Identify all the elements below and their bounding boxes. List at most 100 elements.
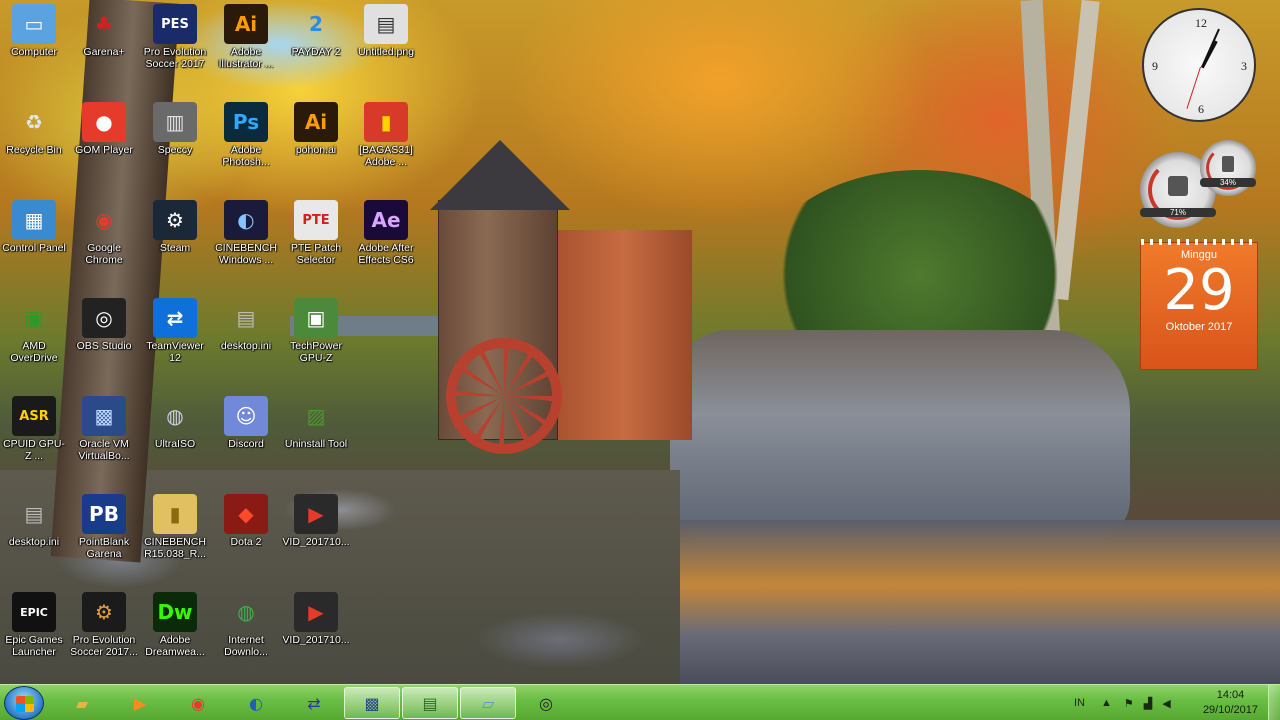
desktop-icon-label: TeamViewer 12 xyxy=(146,340,204,364)
desktop-icon[interactable]: PB PointBlank Garena xyxy=(70,494,138,560)
desktop-icon[interactable]: PES Pro Evolution Soccer 2017 xyxy=(141,4,209,70)
desktop-icon[interactable]: ◍ UltraISO xyxy=(141,396,209,450)
taskbar-clock[interactable]: 14:04 29/10/2017 xyxy=(1203,688,1258,718)
app-icon: PES xyxy=(153,4,197,44)
clock-number: 12 xyxy=(1195,16,1207,30)
clock-gadget[interactable]: 12 3 6 9 xyxy=(1142,8,1256,122)
desktop-icon[interactable]: ▩ Oracle VM VirtualBo... xyxy=(70,396,138,462)
ram-meter-gadget[interactable]: 34% xyxy=(1200,140,1256,196)
app-icon: ⇄ xyxy=(153,298,197,338)
desktop-icon[interactable]: ◉ Google Chrome xyxy=(70,200,138,266)
network-icon[interactable]: ▟ xyxy=(1144,697,1152,710)
desktop-icon[interactable]: ◐ CINEBENCH Windows ... xyxy=(212,200,280,266)
clock-minute-hand xyxy=(1201,28,1220,68)
app-icon: ▣ xyxy=(294,298,338,338)
app-icon: Ai xyxy=(224,4,268,44)
desktop-icon[interactable]: ▣ AMD OverDrive xyxy=(0,298,68,364)
wallpaper-rock xyxy=(670,330,1130,540)
desktop-icon[interactable]: ▤ desktop.ini xyxy=(212,298,280,352)
desktop-icon[interactable]: ♣ Garena+ xyxy=(70,4,138,58)
app-icon: Ps xyxy=(224,102,268,142)
desktop-icon[interactable]: Ae Adobe After Effects CS6 xyxy=(352,200,420,266)
obs-icon: ◎ xyxy=(539,693,553,713)
app-icon: ● xyxy=(82,102,126,142)
desktop-icon[interactable]: ▶ VID_201710... xyxy=(282,592,350,646)
taskbar-button-obs[interactable]: ◎ xyxy=(518,687,574,719)
app-icon: ▦ xyxy=(12,200,56,240)
taskbar-button-chrome[interactable]: ◉ xyxy=(170,687,226,719)
volume-icon[interactable]: ◀ xyxy=(1162,697,1170,710)
desktop-icon[interactable]: ▥ Speccy xyxy=(141,102,209,156)
cpu-value: 71% xyxy=(1140,208,1216,217)
gpu-monitor-icon: ▤ xyxy=(422,693,438,713)
desktop-icon[interactable]: Ps Adobe Photosh... xyxy=(212,102,280,168)
desktop-icon[interactable]: ◎ OBS Studio xyxy=(70,298,138,352)
ram-icon xyxy=(1222,156,1234,172)
desktop-icon-label: desktop.ini xyxy=(8,536,60,548)
app-icon: Ae xyxy=(364,200,408,240)
desktop-icon-label: CINEBENCH R15.038_R... xyxy=(144,536,206,560)
app-icon: Ai xyxy=(294,102,338,142)
taskbar-time: 14:04 xyxy=(1216,689,1245,701)
desktop-icon-label: Steam xyxy=(159,242,191,254)
app-icon: ▤ xyxy=(24,502,44,526)
desktop-icon[interactable]: EPIC Epic Games Launcher xyxy=(0,592,68,658)
calendar-gadget[interactable]: Minggu 29 Oktober 2017 xyxy=(1140,239,1258,370)
calendar-date: 29 xyxy=(1163,258,1235,323)
explorer-icon: ▰ xyxy=(75,693,89,713)
taskbar-button-media-player[interactable]: ▶ xyxy=(112,687,168,719)
desktop-icon-label: Epic Games Launcher xyxy=(5,634,63,658)
desktop-icon[interactable]: ASR CPUID GPU-Z ... xyxy=(0,396,68,462)
desktop-icon[interactable]: ▮ CINEBENCH R15.038_R... xyxy=(141,494,209,560)
taskbar-button-virtualbox[interactable]: ▩ xyxy=(344,687,400,719)
taskbar-button-explorer[interactable]: ▰ xyxy=(54,687,110,719)
language-indicator[interactable]: IN xyxy=(1074,697,1085,709)
desktop-icon[interactable]: ⚙ Steam xyxy=(141,200,209,254)
action-center-flag-icon[interactable]: ⚑ xyxy=(1124,697,1134,710)
app-icon: ▶ xyxy=(294,494,338,534)
desktop-icon[interactable]: ⚙ Pro Evolution Soccer 2017... xyxy=(70,592,138,658)
desktop-icon-label: Pro Evolution Soccer 2017 xyxy=(143,46,207,70)
desktop-icon[interactable]: 2 PAYDAY 2 xyxy=(282,4,350,58)
app-icon: ◎ xyxy=(82,298,126,338)
desktop-icon-label: Internet Downlo... xyxy=(224,634,268,658)
start-button[interactable] xyxy=(4,686,44,720)
desktop-icon-label: CPUID GPU-Z ... xyxy=(3,438,65,462)
app-icon: PB xyxy=(82,494,126,534)
desktop-icon-label: Untitled.png xyxy=(357,46,415,58)
desktop-icon[interactable]: Ai pohon.ai xyxy=(282,102,350,156)
taskbar-button-network-tool[interactable]: ⇄ xyxy=(286,687,342,719)
desktop-icon[interactable]: Dw Adobe Dreamwea... xyxy=(141,592,209,658)
desktop-icon[interactable]: ☺ Discord xyxy=(212,396,280,450)
desktop-icon[interactable]: ⇄ TeamViewer 12 xyxy=(141,298,209,364)
desktop-icon[interactable]: ▦ Control Panel xyxy=(0,200,68,254)
desktop-icon[interactable]: ▭ Computer xyxy=(0,4,68,58)
chrome-icon: ◉ xyxy=(191,693,205,713)
desktop-icon-label: VID_201710... xyxy=(282,536,350,548)
desktop-icon[interactable]: ♻ Recycle Bin xyxy=(0,102,68,156)
desktop-icon[interactable]: ▤ desktop.ini xyxy=(0,494,68,548)
app-icon: ⚙ xyxy=(82,592,126,632)
clock-number: 3 xyxy=(1241,59,1247,73)
desktop-icon-label: AMD OverDrive xyxy=(10,340,58,364)
desktop-icon[interactable]: ● GOM Player xyxy=(70,102,138,156)
desktop-icon[interactable]: ◍ Internet Downlo... xyxy=(212,592,280,658)
desktop-icon[interactable]: ▣ TechPower GPU-Z xyxy=(282,298,350,364)
taskbar-button-steam-like[interactable]: ◐ xyxy=(228,687,284,719)
desktop-icon[interactable]: PTE PTE Patch Selector xyxy=(282,200,350,266)
app-icon: ▥ xyxy=(153,102,197,142)
media-player-icon: ▶ xyxy=(133,693,147,713)
show-desktop-button[interactable] xyxy=(1268,685,1280,720)
desktop-icon-label: Oracle VM VirtualBo... xyxy=(78,438,130,462)
desktop-icon-label: Google Chrome xyxy=(85,242,123,266)
desktop-icon[interactable]: ▤ Untitled.png xyxy=(352,4,420,58)
desktop-icon[interactable]: ▮ [BAGAS31] Adobe ... xyxy=(352,102,420,168)
desktop-icon[interactable]: ▨ Uninstall Tool xyxy=(282,396,350,450)
show-hidden-icons-icon[interactable]: ▲ xyxy=(1101,697,1112,709)
desktop-icon[interactable]: ◆ Dota 2 xyxy=(212,494,280,548)
taskbar-button-generic-window[interactable]: ▱ xyxy=(460,687,516,719)
desktop-icon[interactable]: Ai Adobe Illustrator ... xyxy=(212,4,280,70)
taskbar-button-gpu-monitor[interactable]: ▤ xyxy=(402,687,458,719)
desktop-icon-label: CINEBENCH Windows ... xyxy=(215,242,277,266)
desktop-icon[interactable]: ▶ VID_201710... xyxy=(282,494,350,548)
